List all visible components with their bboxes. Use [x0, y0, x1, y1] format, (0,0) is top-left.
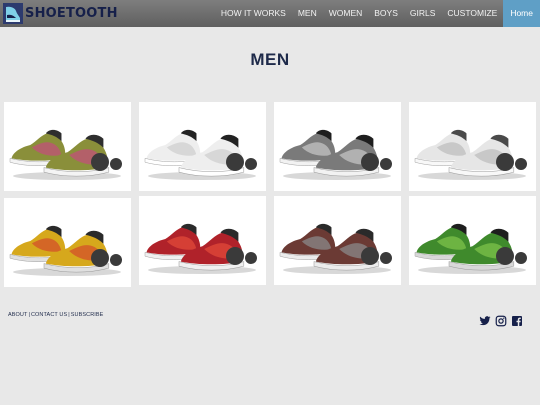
sensor-pod-icon — [245, 158, 257, 170]
product-image — [9, 129, 122, 180]
sensor-pod-icon — [361, 153, 379, 171]
sensor-pod-icon — [380, 158, 392, 170]
nav-boys[interactable]: BOYS — [368, 0, 404, 27]
footer-links: ABOUT | CONTACT US | SUBSCRIBE — [8, 312, 103, 318]
sensor-pod-icon — [110, 254, 122, 266]
product-card-1[interactable] — [4, 102, 131, 191]
product-image — [414, 223, 527, 274]
brand-name: SHOETOOTH — [25, 6, 118, 21]
page-title: MEN — [250, 50, 290, 69]
brand-logo[interactable]: SHOETOOTH — [3, 3, 118, 24]
sensor-pod-icon — [91, 153, 109, 171]
sensor-pod-icon — [496, 247, 514, 265]
footer-about-link[interactable]: ABOUT — [8, 312, 27, 318]
sensor-pod-icon — [496, 153, 514, 171]
product-card-6[interactable] — [139, 196, 266, 285]
nav-home[interactable]: Home — [503, 0, 540, 27]
product-card-5[interactable] — [4, 198, 131, 287]
sensor-pod-icon — [361, 247, 379, 265]
nav-how-it-works[interactable]: HOW IT WORKS — [215, 0, 292, 27]
main-nav: HOW IT WORKS MEN WOMEN BOYS GIRLS CUSTOM… — [215, 0, 540, 27]
product-image — [9, 225, 122, 276]
footer-separator: | — [28, 312, 30, 318]
product-card-4[interactable] — [409, 102, 536, 191]
product-image — [144, 129, 257, 180]
logo-icon — [3, 3, 23, 24]
footer-subscribe-link[interactable]: SUBSCRIBE — [71, 312, 104, 318]
sensor-pod-icon — [226, 247, 244, 265]
product-image — [414, 129, 527, 180]
product-card-8[interactable] — [409, 196, 536, 285]
nav-customize[interactable]: CUSTOMIZE — [441, 0, 503, 27]
product-image — [279, 129, 392, 180]
social-links — [479, 315, 523, 327]
twitter-icon[interactable] — [479, 315, 491, 327]
product-image — [144, 223, 257, 274]
footer-separator: | — [68, 312, 70, 318]
product-card-3[interactable] — [274, 102, 401, 191]
nav-women[interactable]: WOMEN — [323, 0, 369, 27]
sensor-pod-icon — [245, 252, 257, 264]
facebook-icon[interactable] — [511, 315, 523, 327]
footer-contact-link[interactable]: CONTACT US — [31, 312, 67, 318]
sensor-pod-icon — [110, 158, 122, 170]
sensor-pod-icon — [91, 249, 109, 267]
sensor-pod-icon — [515, 252, 527, 264]
nav-girls[interactable]: GIRLS — [404, 0, 442, 27]
nav-men[interactable]: MEN — [292, 0, 323, 27]
sensor-pod-icon — [380, 252, 392, 264]
sensor-pod-icon — [515, 158, 527, 170]
top-navigation-bar: SHOETOOTH HOW IT WORKS MEN WOMEN BOYS GI… — [0, 0, 540, 27]
product-card-7[interactable] — [274, 196, 401, 285]
product-grid — [4, 102, 536, 289]
product-image — [279, 223, 392, 274]
product-card-2[interactable] — [139, 102, 266, 191]
instagram-icon[interactable] — [495, 315, 507, 327]
sensor-pod-icon — [226, 153, 244, 171]
